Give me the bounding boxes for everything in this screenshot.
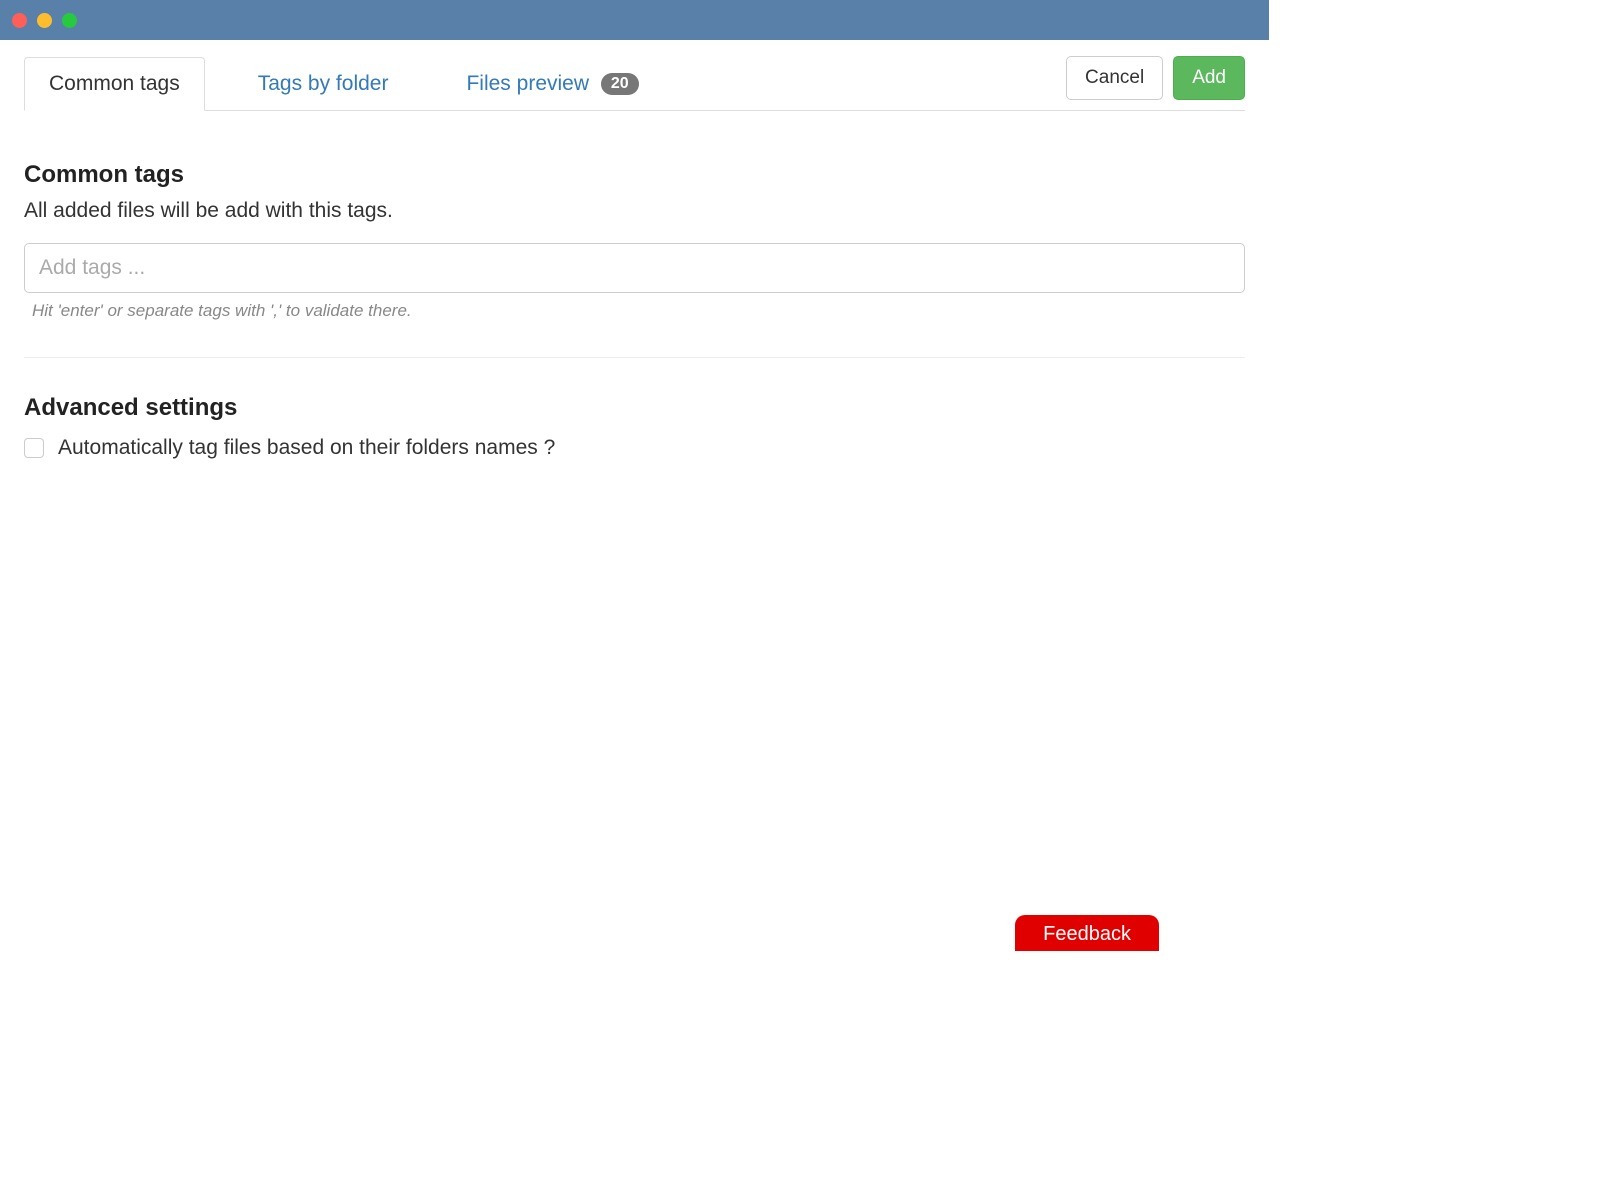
tab-common-tags[interactable]: Common tags — [24, 57, 205, 111]
auto-tag-checkbox[interactable] — [24, 438, 44, 458]
minimize-window-icon[interactable] — [37, 13, 52, 28]
common-tags-title: Common tags — [24, 161, 1245, 189]
section-divider — [24, 357, 1245, 358]
files-count-badge: 20 — [601, 73, 639, 95]
feedback-button[interactable]: Feedback — [1015, 915, 1159, 951]
advanced-settings-title: Advanced settings — [24, 394, 1245, 422]
feedback-label: Feedback — [1043, 923, 1131, 945]
tab-label: Files preview — [466, 72, 589, 95]
cancel-button[interactable]: Cancel — [1066, 56, 1163, 100]
auto-tag-checkbox-label: Automatically tag files based on their f… — [58, 436, 555, 460]
tags-input-hint: Hit 'enter' or separate tags with ',' to… — [24, 301, 1245, 321]
close-window-icon[interactable] — [12, 13, 27, 28]
tab-tags-by-folder[interactable]: Tags by folder — [233, 57, 414, 111]
maximize-window-icon[interactable] — [62, 13, 77, 28]
window-titlebar — [0, 0, 1269, 40]
tabs-bar: Common tags Tags by folder Files preview… — [24, 56, 1245, 111]
add-button[interactable]: Add — [1173, 56, 1245, 100]
tags-input[interactable] — [24, 243, 1245, 293]
common-tags-description: All added files will be add with this ta… — [24, 199, 1245, 223]
tab-label: Tags by folder — [258, 72, 389, 95]
tab-files-preview[interactable]: Files preview 20 — [441, 57, 663, 111]
tab-label: Common tags — [49, 72, 180, 95]
